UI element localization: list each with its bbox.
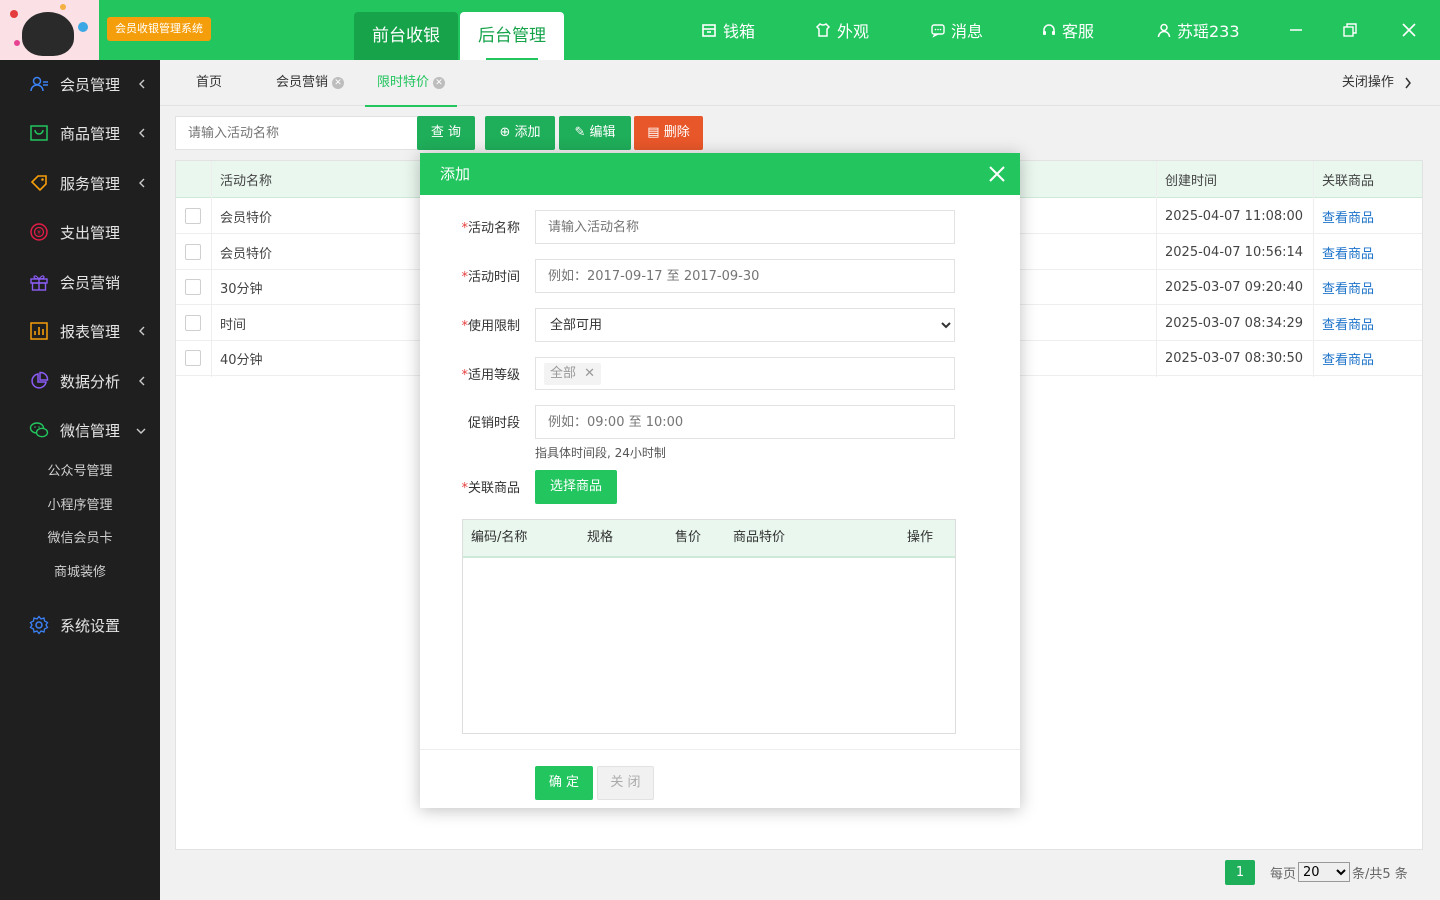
subheader-price: 售价	[675, 530, 702, 545]
applicable-level-label: *适用等级	[461, 368, 520, 383]
subheader-code-name: 编码/名称	[471, 530, 528, 545]
promo-period-label: 促销时段	[467, 416, 520, 431]
activity-name-label: *活动名称	[461, 221, 520, 236]
usage-limit-select[interactable]: 全部可用	[535, 308, 955, 342]
add-activity-dialog: 添加 *活动名称 *活动时间 *使用限制 全部可用 *适用等级 全部 ✕ 促销时…	[420, 153, 1020, 808]
goods-subtable: 编码/名称 规格 售价 商品特价 操作	[462, 519, 956, 734]
dialog-footer: 确 定 关 闭	[420, 749, 1020, 808]
subtable-header: 编码/名称 规格 售价 商品特价 操作	[463, 520, 955, 558]
activity-name-input[interactable]	[535, 210, 955, 244]
remove-tag-icon[interactable]: ✕	[584, 366, 595, 381]
level-tag: 全部 ✕	[544, 363, 602, 385]
usage-limit-label: *使用限制	[461, 319, 520, 334]
choose-goods-button[interactable]: 选择商品	[535, 470, 617, 504]
close-dialog-button[interactable]: 关 闭	[597, 766, 654, 800]
dialog-header: 添加	[420, 153, 1020, 195]
dialog-title: 添加	[440, 165, 471, 183]
level-tag-label: 全部	[550, 366, 577, 381]
subheader-special-price: 商品特价	[733, 530, 786, 545]
confirm-button[interactable]: 确 定	[535, 766, 593, 800]
linked-goods-label: *关联商品	[461, 481, 520, 496]
subheader-actions: 操作	[907, 530, 934, 545]
activity-time-input[interactable]	[535, 259, 955, 293]
promo-period-input[interactable]	[535, 405, 955, 439]
promo-period-hint: 指具体时间段, 24小时制	[535, 446, 666, 460]
close-icon[interactable]	[988, 165, 1006, 183]
subheader-spec: 规格	[587, 530, 614, 545]
applicable-level-multiselect[interactable]: 全部 ✕	[535, 357, 955, 390]
activity-time-label: *活动时间	[461, 270, 520, 285]
